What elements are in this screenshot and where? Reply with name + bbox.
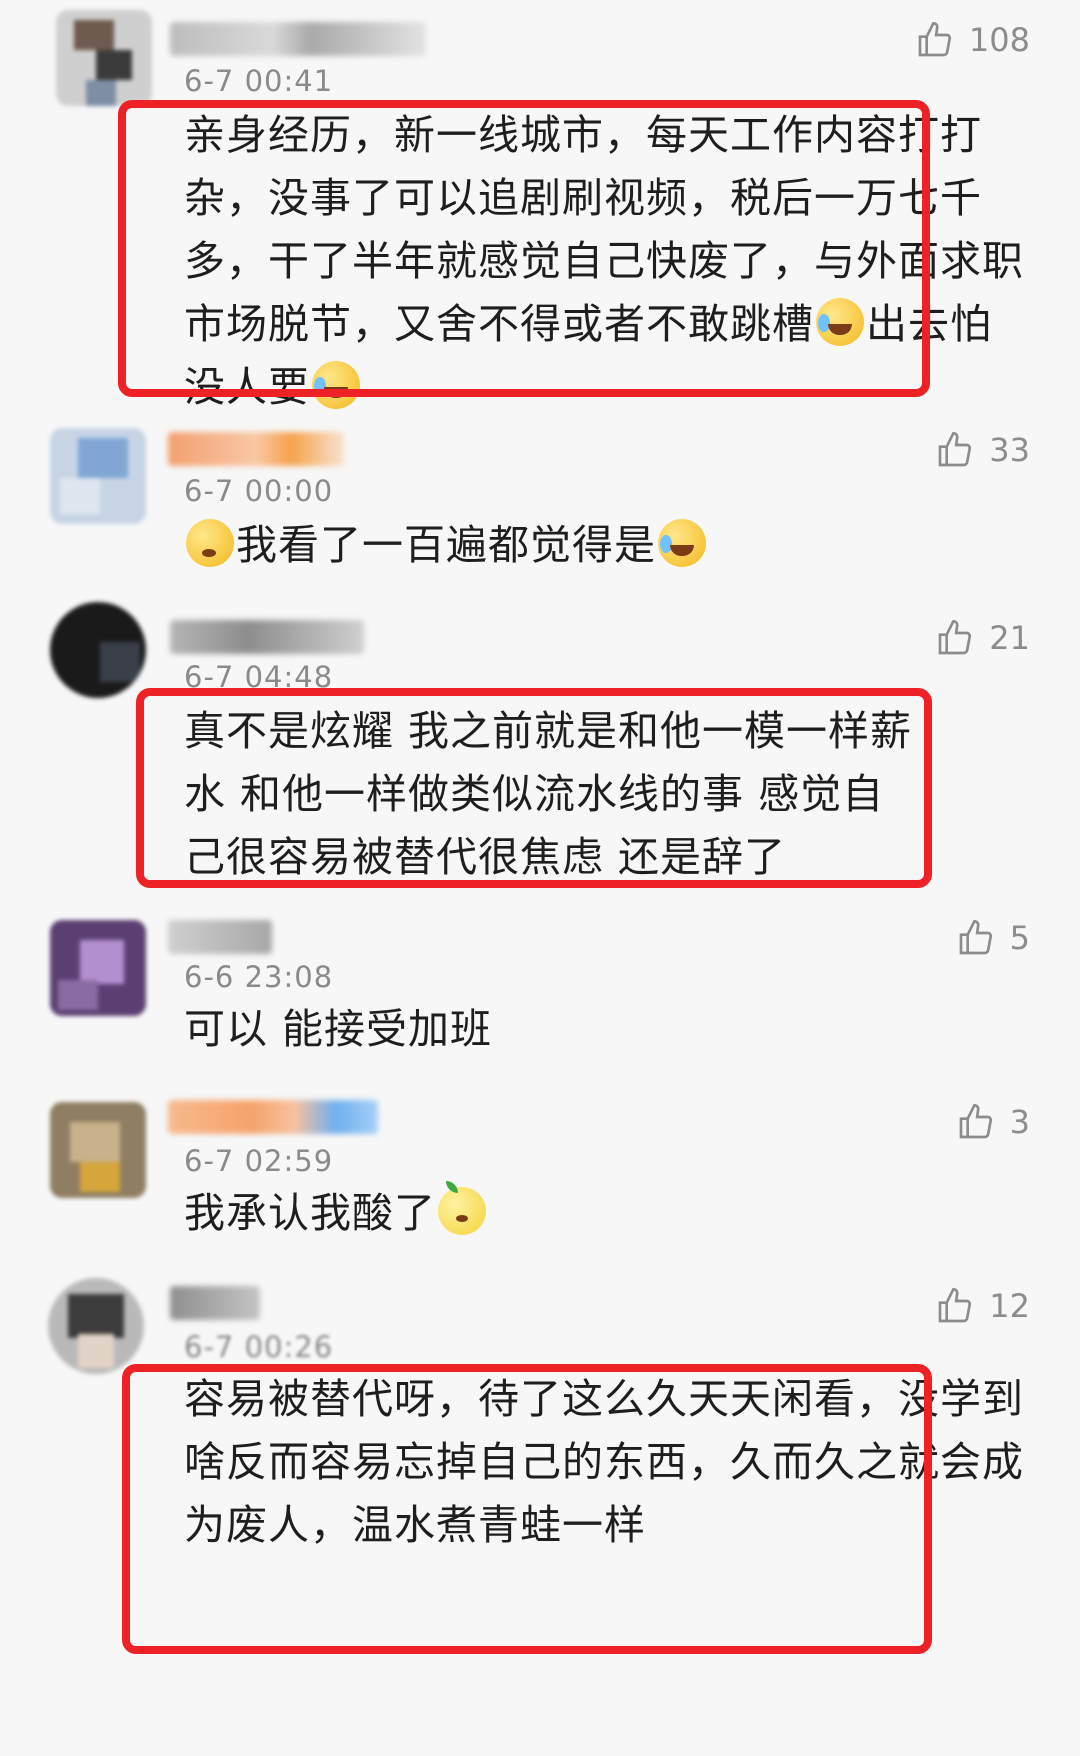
thumbs-up-icon xyxy=(938,1287,972,1323)
like-count: 3 xyxy=(1009,1103,1030,1141)
username-blurred[interactable] xyxy=(170,22,426,56)
avatar[interactable] xyxy=(48,1278,144,1374)
username-blurred[interactable] xyxy=(170,620,364,654)
comment-text: 我看了一百遍都觉得是 xyxy=(184,514,1024,577)
comment-timestamp: 6-7 00:26 xyxy=(184,1330,334,1364)
avatar[interactable] xyxy=(50,1102,146,1198)
avatar[interactable] xyxy=(50,428,146,524)
highlight-box xyxy=(122,1364,932,1654)
like-button[interactable]: 12 xyxy=(935,1286,1030,1326)
thumbs-up-icon xyxy=(959,1103,992,1139)
comment-timestamp: 6-7 00:00 xyxy=(184,474,334,508)
thumbs-up-icon xyxy=(918,21,951,57)
avatar[interactable] xyxy=(50,920,146,1016)
laugh-cry-emoji xyxy=(658,519,706,567)
like-button[interactable]: 5 xyxy=(956,918,1030,958)
comment-text: 可以 能接受加班 xyxy=(184,1005,493,1053)
comment-timestamp: 6-7 02:59 xyxy=(184,1144,334,1178)
like-button[interactable]: 108 xyxy=(915,20,1030,60)
comment-timestamp: 6-7 00:41 xyxy=(184,64,334,98)
thumbs-up-icon xyxy=(938,431,972,467)
lemon-emoji xyxy=(438,1181,486,1235)
like-count: 33 xyxy=(989,431,1030,469)
like-count: 108 xyxy=(968,21,1030,59)
comment-timestamp: 6-6 23:08 xyxy=(184,960,334,994)
thumbs-up-icon xyxy=(959,919,992,955)
avatar[interactable] xyxy=(50,602,146,698)
like-button[interactable]: 21 xyxy=(935,618,1030,658)
highlight-box xyxy=(118,100,930,397)
username-blurred[interactable] xyxy=(168,1100,378,1134)
username-blurred[interactable] xyxy=(170,1286,260,1320)
like-count: 5 xyxy=(1009,919,1030,957)
username-blurred[interactable] xyxy=(168,432,344,466)
avatar[interactable] xyxy=(56,10,152,106)
highlight-box xyxy=(136,688,932,888)
thinking-emoji xyxy=(186,519,234,567)
comment-text: 我承认我酸了 xyxy=(184,1181,1024,1245)
like-button[interactable]: 3 xyxy=(956,1102,1030,1142)
like-count: 12 xyxy=(989,1287,1030,1325)
like-button[interactable]: 33 xyxy=(935,430,1030,470)
thumbs-up-icon xyxy=(938,619,972,655)
username-blurred[interactable] xyxy=(168,920,272,954)
like-count: 21 xyxy=(989,619,1030,657)
